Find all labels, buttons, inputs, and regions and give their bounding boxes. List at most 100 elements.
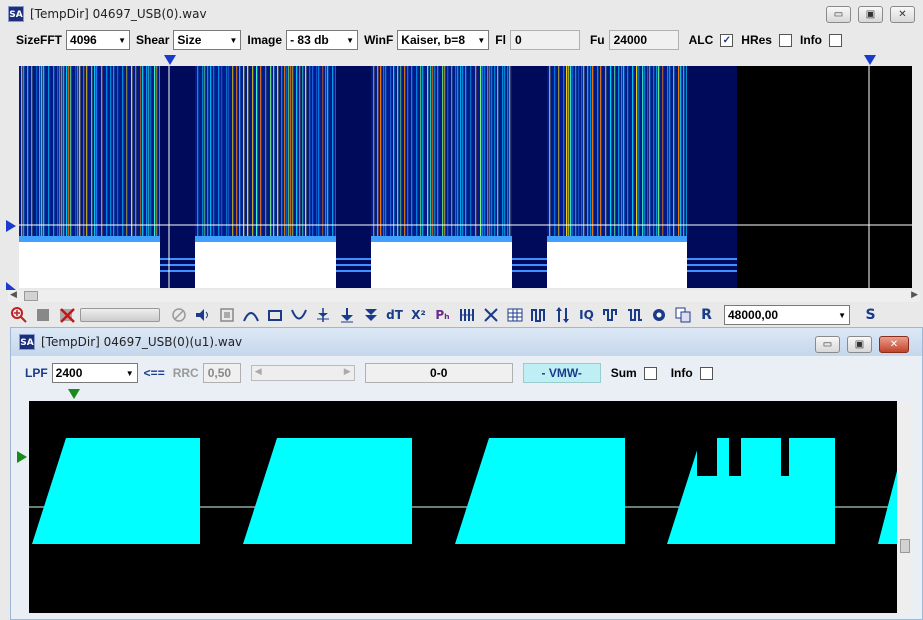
spectral-line xyxy=(61,66,63,241)
spectral-line xyxy=(36,66,38,241)
burst-white-block xyxy=(547,242,687,288)
spectral-line xyxy=(422,66,424,241)
spectrogram-hscrollbar[interactable]: ◀ ▶ xyxy=(8,289,920,302)
dt-icon[interactable]: dT xyxy=(384,305,405,325)
spectral-line xyxy=(683,66,685,241)
fu-input[interactable]: 24000 xyxy=(608,30,679,50)
sizefft-label: SizeFFT xyxy=(16,33,63,47)
close-button[interactable]: ✕ xyxy=(890,6,915,23)
pulse-icon[interactable] xyxy=(528,305,549,325)
burst-white-block xyxy=(195,242,336,288)
spectral-line xyxy=(226,66,228,241)
spectral-line xyxy=(566,66,568,241)
grid-icon[interactable] xyxy=(504,305,525,325)
child-window: SA [TempDir] 04697_USB(0)(u1).wav ▭ ▣ ✕ … xyxy=(10,327,923,620)
iq-icon[interactable]: IQ xyxy=(576,305,597,325)
spectral-line xyxy=(236,66,238,241)
x-squared-icon[interactable]: X² xyxy=(408,305,429,325)
comb-icon[interactable] xyxy=(456,305,477,325)
spectral-line xyxy=(621,66,623,241)
vmw-button[interactable]: - VMW- xyxy=(522,363,601,383)
gap-tone xyxy=(687,270,737,272)
rrc-input[interactable]: 0,50 xyxy=(202,363,241,383)
chevron-down-icon: ▼ xyxy=(477,35,486,45)
spectral-line xyxy=(380,66,382,241)
hump-icon[interactable] xyxy=(240,305,261,325)
down-arrow-icon[interactable] xyxy=(336,305,357,325)
maximize-button[interactable]: ▣ xyxy=(858,6,883,23)
spectral-line xyxy=(156,66,158,241)
child-info-checkbox[interactable] xyxy=(699,366,713,380)
cross-icon[interactable] xyxy=(480,305,501,325)
spectral-line xyxy=(48,66,50,241)
scroll-thumb[interactable] xyxy=(24,291,38,301)
spectral-line xyxy=(218,66,220,241)
alc-checkbox[interactable]: ✓ xyxy=(720,33,734,47)
shear-select[interactable]: Size ▼ xyxy=(173,30,242,50)
gap-tone xyxy=(160,264,195,266)
child-level-marker-icon[interactable] xyxy=(17,451,27,463)
zoom-in-icon[interactable] xyxy=(8,305,29,325)
sample-rate-select[interactable]: 48000,00 ▼ xyxy=(724,305,850,325)
spectral-line xyxy=(63,66,65,241)
marker-left-icon[interactable] xyxy=(164,55,176,65)
spectral-line xyxy=(243,66,245,241)
scroll-right-icon[interactable]: ▶ xyxy=(911,289,918,300)
valley-icon[interactable] xyxy=(288,305,309,325)
copy-icon[interactable] xyxy=(672,305,693,325)
spectral-line xyxy=(444,66,446,241)
speaker-icon[interactable] xyxy=(192,305,213,325)
minimize-button[interactable]: ▭ xyxy=(826,6,851,23)
sizefft-select[interactable]: 4096 ▼ xyxy=(66,30,131,50)
spectral-line xyxy=(202,66,204,241)
gap-region xyxy=(160,66,195,288)
delete-icon[interactable] xyxy=(56,305,77,325)
spectral-line xyxy=(587,66,589,241)
settings-icon[interactable] xyxy=(648,305,669,325)
winf-select[interactable]: Kaiser, b=8 ▼ xyxy=(397,30,490,50)
spectrogram[interactable] xyxy=(19,66,912,288)
child-minimize-button[interactable]: ▭ xyxy=(815,336,840,353)
filter-icon[interactable] xyxy=(312,305,333,325)
vscroll-thumb[interactable] xyxy=(900,539,910,553)
stop-icon[interactable] xyxy=(32,305,53,325)
spectral-line xyxy=(430,66,432,241)
spectral-line xyxy=(570,66,572,241)
wave-square2-icon[interactable] xyxy=(624,305,645,325)
spectral-line xyxy=(75,66,77,241)
r-icon[interactable]: R xyxy=(696,305,717,325)
no-icon[interactable] xyxy=(168,305,189,325)
spectral-line xyxy=(122,66,124,241)
spectral-line xyxy=(305,66,307,241)
s-icon[interactable]: S xyxy=(860,305,881,325)
child-close-button[interactable]: ✕ xyxy=(879,336,909,353)
waveform-notch xyxy=(781,438,789,476)
child-marker-top-icon[interactable] xyxy=(68,389,80,399)
image-db-select[interactable]: - 83 db ▼ xyxy=(286,30,359,50)
fl-input[interactable]: 0 xyxy=(509,30,580,50)
slider-left-icon: ◀ xyxy=(254,366,262,376)
scroll-left-icon[interactable]: ◀ xyxy=(10,289,17,300)
info-checkbox[interactable] xyxy=(828,33,842,47)
spectral-line xyxy=(106,66,108,241)
rrc-slider[interactable]: ◀ ▶ xyxy=(250,365,355,381)
waveform-display[interactable] xyxy=(29,401,897,613)
rect-icon[interactable] xyxy=(264,305,285,325)
spectral-line xyxy=(252,66,254,241)
swap-icon[interactable] xyxy=(552,305,573,325)
waveform-vscrollbar[interactable] xyxy=(898,401,912,613)
level-marker-icon[interactable] xyxy=(6,220,16,232)
spectral-line xyxy=(597,66,599,241)
hres-checkbox[interactable] xyxy=(778,33,792,47)
waveform-notch xyxy=(729,438,741,476)
burst-band xyxy=(547,236,687,242)
wave-square-icon[interactable] xyxy=(600,305,621,325)
square-icon[interactable] xyxy=(216,305,237,325)
double-down-icon[interactable] xyxy=(360,305,381,325)
child-maximize-button[interactable]: ▣ xyxy=(847,336,872,353)
sum-checkbox[interactable] xyxy=(643,366,657,380)
lpf-select[interactable]: 2400 ▼ xyxy=(51,363,138,383)
marker-right-icon[interactable] xyxy=(864,55,876,65)
spectral-line xyxy=(482,66,484,241)
ph-icon[interactable]: Pₕ xyxy=(432,305,453,325)
